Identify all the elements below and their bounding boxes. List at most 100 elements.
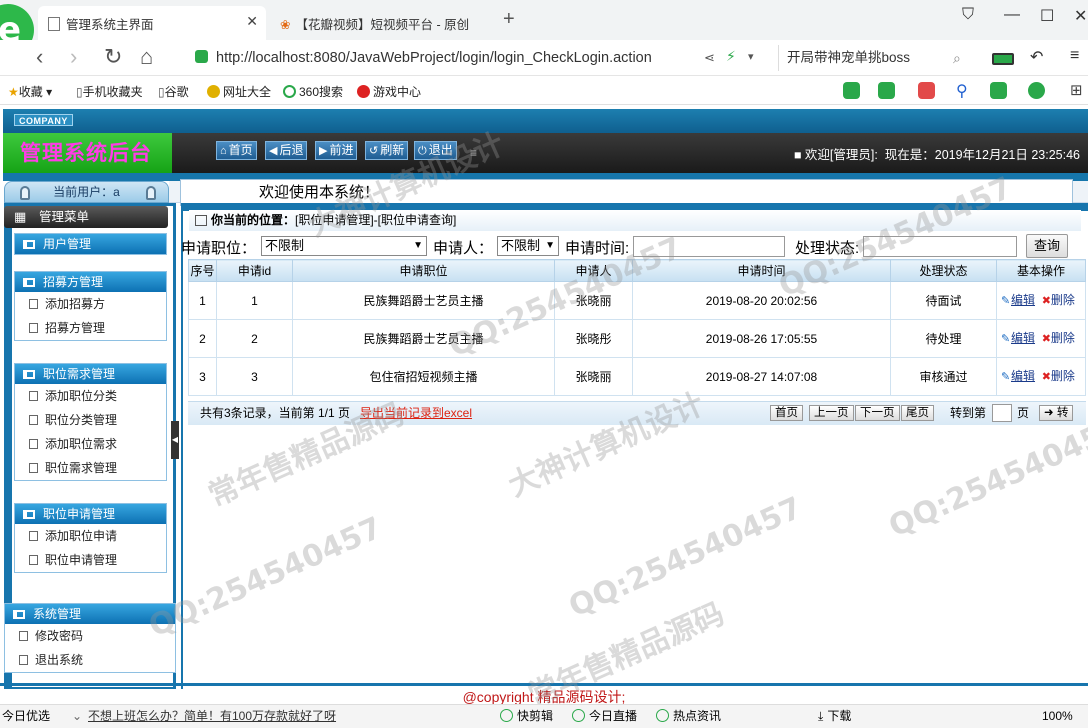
- reload-button[interactable]: ↻: [104, 44, 122, 70]
- menu-item[interactable]: 添加职位申请: [15, 524, 166, 548]
- page-icon: [29, 299, 38, 309]
- menu-item[interactable]: 职位分类管理: [15, 408, 166, 432]
- extension-icon[interactable]: [843, 82, 860, 99]
- bookmark-360[interactable]: 360搜索: [283, 83, 343, 100]
- position-select[interactable]: 不限制 ▼: [261, 236, 427, 256]
- browser-tab-bar: e 管理系统主界面 ✕ ❀ 【花瓣视频】短视频平台 - 原创 + ⛉ — ☐ ✕: [0, 0, 1088, 56]
- status-item[interactable]: 热点资讯: [656, 705, 721, 728]
- refresh-nav-button[interactable]: ↺ 刷新: [365, 141, 409, 160]
- back-nav-button[interactable]: ◀ 后退: [265, 141, 308, 160]
- menu-title: ▦ 管理菜单: [4, 206, 168, 228]
- query-button[interactable]: 查询: [1026, 234, 1068, 258]
- edit-link[interactable]: 编辑: [1011, 369, 1035, 383]
- bookmark-mobile[interactable]: ▯手机收藏夹: [76, 83, 143, 100]
- news-link[interactable]: 不想上班怎么办？简单！有100万存款就好了呀: [88, 705, 336, 728]
- prev-page-button[interactable]: 上一页: [809, 405, 854, 421]
- menu-group-title[interactable]: 系统管理: [5, 604, 175, 624]
- menu-item[interactable]: 添加职位分类: [15, 384, 166, 408]
- cell-id: 3: [216, 357, 293, 396]
- next-page-button[interactable]: 下一页: [855, 405, 900, 421]
- page-icon: [48, 17, 60, 31]
- menu-group-title[interactable]: 职位需求管理: [15, 364, 166, 384]
- undo-icon[interactable]: ↶: [1030, 47, 1043, 67]
- new-tab-button[interactable]: +: [503, 8, 515, 31]
- page-unit-label: 页: [1017, 406, 1030, 420]
- delete-link[interactable]: 删除: [1051, 369, 1075, 383]
- game-icon[interactable]: [990, 82, 1007, 99]
- forward-nav-button[interactable]: ▶ 前进: [315, 141, 358, 160]
- menu-item[interactable]: 招募方管理: [15, 316, 166, 340]
- status-item[interactable]: ⤓ 下载: [818, 705, 851, 728]
- menu-item[interactable]: 职位申请管理: [15, 548, 166, 572]
- first-page-button[interactable]: 首页: [770, 405, 803, 421]
- search-icon[interactable]: ⌕: [953, 50, 961, 67]
- menu-item[interactable]: 添加招募方: [15, 292, 166, 316]
- dropdown-icon[interactable]: ▾: [748, 50, 754, 63]
- shirt-icon[interactable]: ⛉: [962, 6, 974, 24]
- battery-icon[interactable]: [992, 53, 1014, 65]
- translate-icon[interactable]: [878, 82, 895, 99]
- screenshot-icon[interactable]: [918, 82, 935, 99]
- menu-item[interactable]: 退出系统: [5, 648, 175, 672]
- cell-position: 民族舞蹈爵士艺员主播: [292, 319, 555, 358]
- sidebar-toggle[interactable]: ◀: [171, 421, 179, 459]
- zoom-level[interactable]: 100%: [1042, 705, 1073, 728]
- applications-table: 序号 申请id 申请职位 申请人 申请时间 处理状态 基本操作 1 1 民族舞蹈…: [188, 259, 1086, 396]
- export-excel-link[interactable]: 导出当前记录到excel: [360, 402, 472, 424]
- edit-link[interactable]: 编辑: [1011, 293, 1035, 307]
- logout-nav-button[interactable]: ⏻ 退出: [414, 141, 457, 160]
- edit-link[interactable]: 编辑: [1011, 331, 1035, 345]
- minimize-button[interactable]: —: [1004, 6, 1020, 24]
- cell-status: 待面试: [890, 281, 997, 320]
- address-bar[interactable]: http://localhost:8080/JavaWebProject/log…: [195, 45, 770, 71]
- wallet-icon[interactable]: [1028, 82, 1045, 99]
- status-input[interactable]: [863, 236, 1017, 257]
- go-button[interactable]: ➜ 转: [1039, 405, 1074, 421]
- home-nav-button[interactable]: ⌂ 首页: [216, 141, 257, 160]
- apps-grid-icon[interactable]: ⊞: [1070, 81, 1083, 99]
- menu-group-title[interactable]: 用户管理: [15, 234, 166, 254]
- news-icon: [656, 709, 669, 722]
- pin-icon: [146, 186, 156, 200]
- welcome-message: 欢迎使用本系统！: [180, 179, 1073, 206]
- magnifier-icon[interactable]: ⚲: [956, 81, 968, 101]
- search-input[interactable]: 开局带神宠单挑boss: [778, 45, 976, 71]
- menu-item[interactable]: 添加职位需求: [15, 432, 166, 456]
- last-page-button[interactable]: 尾页: [901, 405, 934, 421]
- filter-bar: 申请职位： 不限制 ▼ 申请人： 不限制 ▼ 申请时间: 处理状态:: [181, 234, 1081, 258]
- cell-ops: ✎编辑 ✖删除: [996, 281, 1086, 320]
- menu-group-title[interactable]: 职位申请管理: [15, 504, 166, 524]
- bookmark-google[interactable]: ▯谷歌: [158, 83, 189, 100]
- delete-link[interactable]: 删除: [1051, 331, 1075, 345]
- back-button[interactable]: ‹: [36, 44, 43, 70]
- bookmark-games[interactable]: 游戏中心: [357, 83, 421, 100]
- tab-video[interactable]: ❀ 【花瓣视频】短视频平台 - 原创: [270, 6, 498, 40]
- secure-icon: [195, 50, 208, 63]
- applicant-select[interactable]: 不限制 ▼: [497, 236, 559, 256]
- forward-button[interactable]: ›: [70, 44, 77, 70]
- menu-item[interactable]: 修改密码: [5, 624, 175, 648]
- delete-link[interactable]: 删除: [1051, 293, 1075, 307]
- status-item[interactable]: 快剪辑: [500, 705, 553, 728]
- share-icon[interactable]: ⋖: [704, 50, 715, 66]
- system-title: 管理系统后台: [3, 133, 172, 173]
- bookmark-favorites[interactable]: ★收藏 ▾: [8, 83, 52, 100]
- lightning-icon[interactable]: ⚡: [726, 48, 736, 65]
- table-row: 3 3 包住宿招短视频主播 张晓丽 2019-08-27 14:07:08 审核…: [188, 357, 1086, 396]
- close-tab-icon[interactable]: ✕: [246, 13, 258, 30]
- status-item[interactable]: 今日直播: [572, 705, 637, 728]
- close-window-button[interactable]: ✕: [1074, 6, 1087, 26]
- tab-main[interactable]: 管理系统主界面 ✕: [38, 6, 266, 40]
- cell-position: 民族舞蹈爵士艺员主播: [292, 281, 555, 320]
- page-number-input[interactable]: [992, 404, 1012, 422]
- company-badge: COMPANY: [14, 114, 73, 126]
- maximize-button[interactable]: ☐: [1040, 6, 1054, 26]
- menu-group-title[interactable]: 招募方管理: [15, 272, 166, 292]
- menu-item[interactable]: 职位需求管理: [15, 456, 166, 480]
- pin-icon: [20, 186, 30, 200]
- home-button[interactable]: ⌂: [140, 44, 153, 70]
- table-row: 2 2 民族舞蹈爵士艺员主播 张晓彤 2019-08-26 17:05:55 待…: [188, 319, 1086, 358]
- apply-time-input[interactable]: [633, 236, 785, 257]
- bookmark-directory[interactable]: 网址大全: [207, 83, 271, 100]
- menu-icon[interactable]: ≡: [1070, 47, 1079, 65]
